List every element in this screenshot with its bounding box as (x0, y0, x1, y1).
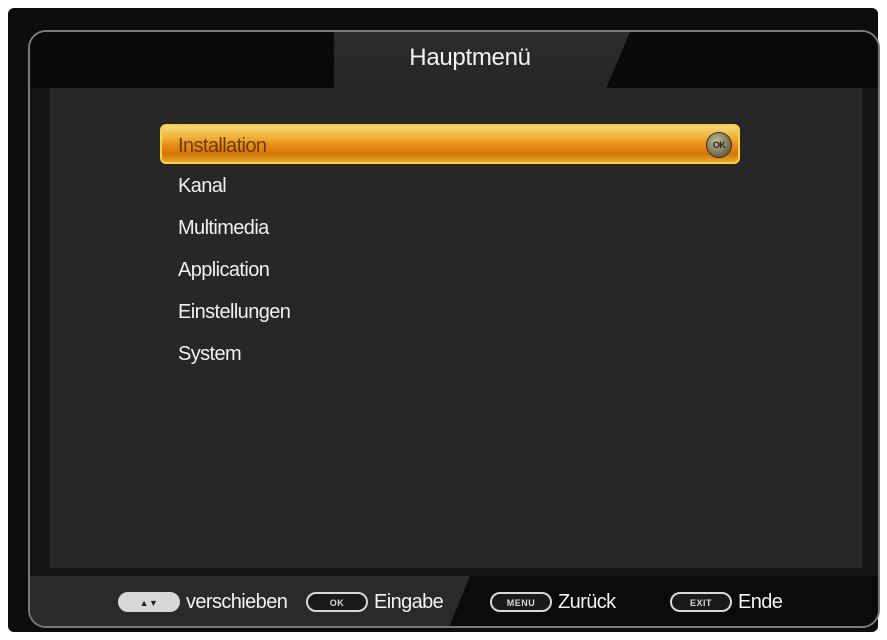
ok-icon: OK (706, 132, 732, 158)
main-menu-window: Hauptmenü Installation OK Kanal Multimed… (28, 30, 880, 628)
ok-key-icon: OK (306, 592, 368, 612)
menu-item-application[interactable]: Application (160, 250, 740, 290)
hint-label: Zurück (558, 590, 616, 613)
menu-item-multimedia[interactable]: Multimedia (160, 208, 740, 248)
menu-item-system[interactable]: System (160, 334, 740, 374)
hint-move: ▲▼ verschieben (118, 590, 288, 614)
menu-item-label: Application (178, 259, 270, 281)
hint-menu: MENU Zurück (490, 590, 616, 614)
hint-label: Eingabe (374, 590, 444, 613)
arrow-keys-icon: ▲▼ (118, 592, 180, 612)
menu-item-label: Multimedia (178, 217, 269, 239)
menu-item-installation[interactable]: Installation OK (160, 124, 740, 164)
hint-label: Ende (738, 590, 783, 613)
menu-panel: Installation OK Kanal Multimedia Applica… (50, 88, 862, 568)
menu-key-icon: MENU (490, 592, 552, 612)
menu-item-kanal[interactable]: Kanal (160, 166, 740, 206)
menu-item-einstellungen[interactable]: Einstellungen (160, 292, 740, 332)
menu-item-label: Einstellungen (178, 301, 291, 323)
menu-item-label: System (178, 343, 242, 365)
menu-item-label: Installation (178, 135, 267, 157)
hint-label: verschieben (186, 590, 288, 613)
hint-ok: OK Eingabe (306, 590, 444, 614)
hint-exit: EXIT Ende (670, 590, 783, 614)
page-title: Hauptmenü (409, 44, 531, 71)
footer-hint-bar: ▲▼ verschieben OK Eingabe MENU Zurück EX… (30, 576, 878, 626)
tv-screen: Hauptmenü Installation OK Kanal Multimed… (8, 8, 880, 632)
title-bar: Hauptmenü (30, 32, 878, 88)
exit-key-icon: EXIT (670, 592, 732, 612)
menu-item-label: Kanal (178, 175, 227, 197)
